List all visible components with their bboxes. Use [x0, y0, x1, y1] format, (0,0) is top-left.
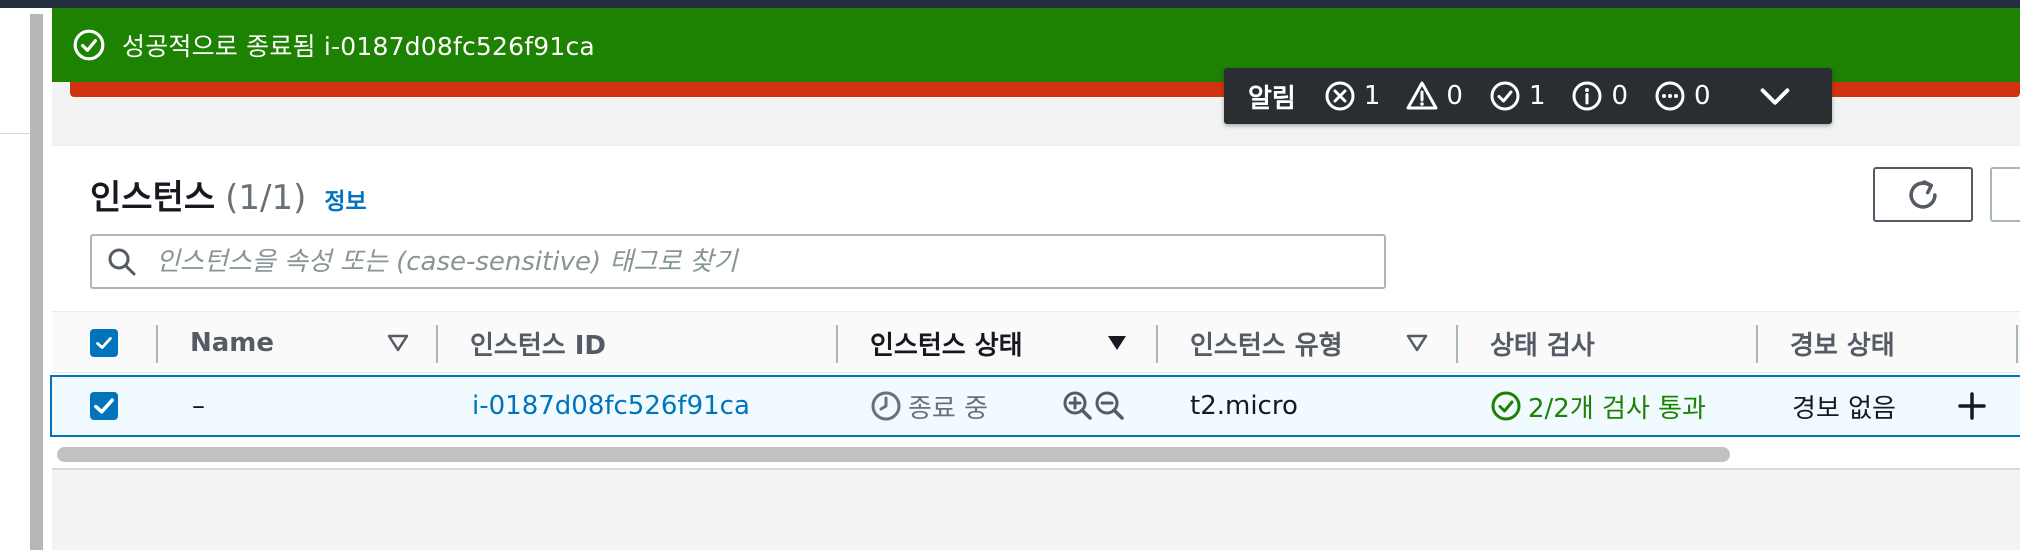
column-header-alarm-status[interactable]: 경보 상태: [1790, 312, 1895, 374]
column-separator[interactable]: [836, 325, 838, 363]
error-count-item[interactable]: 1: [1324, 80, 1381, 112]
cell-instance-type: t2.micro: [1190, 391, 1298, 421]
flash-message: 성공적으로 종료됨 i-0187d08fc526f91ca: [122, 32, 595, 61]
add-alarm-button[interactable]: [1956, 377, 1988, 435]
horizontal-scrollbar-thumb[interactable]: [57, 447, 1730, 462]
zoom-controls: [1062, 377, 1126, 435]
error-count: 1: [1363, 81, 1381, 111]
info-count: 0: [1611, 81, 1629, 111]
horizontal-scrollbar[interactable]: [52, 445, 2020, 467]
warning-count-item[interactable]: 0: [1406, 80, 1463, 112]
check-circle-icon: [73, 29, 105, 61]
warning-icon: [1406, 81, 1438, 110]
search-input[interactable]: [156, 246, 1356, 277]
checkmark-icon: [94, 398, 114, 414]
sort-triangle-icon[interactable]: [1406, 333, 1428, 353]
side-nav-divider: [0, 133, 30, 134]
column-separator[interactable]: [156, 325, 158, 363]
success-icon: [1490, 81, 1520, 111]
select-all-column[interactable]: [90, 312, 118, 374]
column-header-instance-type[interactable]: 인스턴스 유형: [1190, 312, 1343, 374]
notification-title: 알림: [1248, 83, 1296, 114]
warning-count: 0: [1446, 81, 1463, 111]
info-count-item[interactable]: 0: [1571, 80, 1628, 112]
column-separator[interactable]: [1456, 325, 1458, 363]
column-header-instance-state[interactable]: 인스턴스 상태: [870, 312, 1023, 374]
top-navigation-bar: [0, 0, 2020, 8]
in-progress-icon: [1655, 81, 1685, 111]
zoom-out-icon[interactable]: [1094, 390, 1126, 422]
instances-header: 인스턴스 (1/1) 정보: [90, 170, 367, 219]
vertical-scrollbar[interactable]: [30, 8, 52, 550]
info-link[interactable]: 정보: [324, 182, 366, 216]
side-navigation-edge: [0, 8, 30, 550]
success-count-item[interactable]: 1: [1489, 80, 1546, 112]
cell-status-check[interactable]: 2/2개 검사 통과: [1490, 377, 1706, 435]
row-checkbox[interactable]: [90, 392, 118, 420]
page-title: 인스턴스: [90, 178, 216, 218]
cell-alarm-status: 경보 없음: [1792, 393, 1896, 424]
sort-triangle-icon[interactable]: [387, 333, 409, 353]
column-separator[interactable]: [1756, 325, 1758, 363]
info-icon: [1572, 81, 1602, 111]
in-progress-count-item[interactable]: 0: [1654, 80, 1711, 112]
search-field[interactable]: [90, 234, 1386, 289]
select-all-checkbox[interactable]: [90, 329, 118, 357]
table-row[interactable]: – i-0187d08fc526f91ca 종료 중 t2.micro 2/2개…: [50, 375, 2020, 437]
column-separator[interactable]: [436, 325, 438, 363]
sort-triangle-filled-icon[interactable]: [1106, 333, 1128, 353]
cell-instance-id[interactable]: i-0187d08fc526f91ca: [472, 377, 750, 435]
vertical-scrollbar-thumb[interactable]: [30, 14, 43, 550]
column-header-instance-id[interactable]: 인스턴스 ID: [470, 312, 606, 374]
column-header-name[interactable]: Name: [190, 312, 274, 374]
checkmark-icon: [96, 337, 112, 349]
table-header: Name 인스턴스 ID 인스턴스 상태 인스턴스 유형 상태 검사 경보 상태: [52, 311, 2020, 373]
refresh-button[interactable]: [1873, 167, 1973, 222]
zoom-in-icon[interactable]: [1062, 390, 1094, 422]
refresh-icon: [1909, 179, 1937, 209]
chevron-down-icon[interactable]: [1757, 78, 1793, 114]
row-select-column[interactable]: [90, 377, 118, 435]
column-header-status-check[interactable]: 상태 검사: [1490, 312, 1595, 374]
in-progress-count: 0: [1694, 81, 1711, 111]
column-separator[interactable]: [2016, 325, 2018, 363]
clock-icon: [871, 391, 901, 421]
table-bottom-border: [52, 468, 2020, 470]
search-icon: [108, 248, 136, 275]
column-separator[interactable]: [1156, 325, 1158, 363]
actions-button[interactable]: [1990, 167, 2020, 222]
error-icon: [1325, 81, 1355, 111]
instance-state-label: 종료 중: [908, 393, 989, 424]
instance-count: (1/1): [225, 178, 307, 218]
success-count: 1: [1528, 81, 1546, 111]
plus-icon: [1958, 392, 1986, 420]
cell-name: –: [192, 391, 205, 421]
status-check-label: 2/2개 검사 통과: [1528, 393, 1706, 424]
notification-bar[interactable]: 알림 1 0 1 0 0: [1224, 68, 1832, 124]
cell-instance-state: 종료 중: [870, 377, 988, 435]
check-circle-icon: [1491, 391, 1521, 421]
